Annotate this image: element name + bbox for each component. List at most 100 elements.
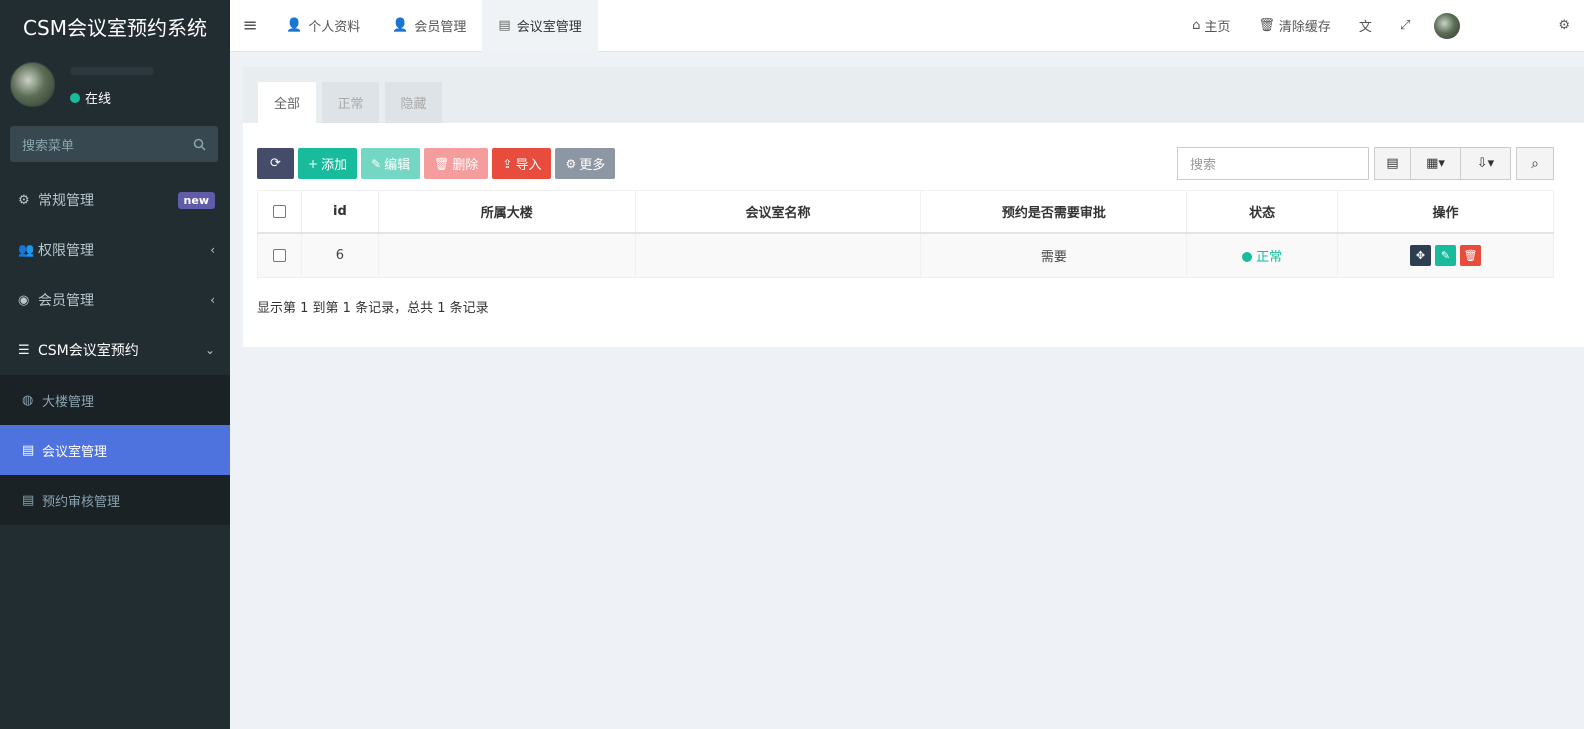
table-header-row: id 所属大楼 会议室名称 预约是否需要审批 状态 操作 bbox=[257, 190, 1554, 234]
tab-profile[interactable]: 👤 个人资料 bbox=[270, 0, 376, 52]
home-icon: ⌂ bbox=[1192, 18, 1201, 33]
tab-meeting-rooms[interactable]: ▤ 会议室管理 bbox=[482, 0, 598, 52]
tab-normal[interactable]: 正常 bbox=[322, 82, 379, 123]
sidebar-item-label: 会议室管理 bbox=[42, 444, 108, 460]
sidebar-submenu: ◍ 大楼管理 ▤ 会议室管理 ▤ 预约审核管理 bbox=[0, 375, 230, 525]
pagination-info: 显示第 1 到第 1 条记录，总共 1 条记录 bbox=[257, 301, 489, 316]
drag-sort-icon[interactable]: ✥ bbox=[1410, 244, 1432, 266]
sidebar-item-label: CSM会议室预约 bbox=[38, 343, 139, 359]
sidebar-item-general[interactable]: ⚙ 常规管理 new bbox=[0, 175, 230, 225]
list-icon: ☰ bbox=[18, 342, 30, 358]
search-icon bbox=[193, 138, 206, 151]
import-label: 导入 bbox=[515, 158, 542, 173]
clear-cache-link[interactable]: 🗑 清除缓存 bbox=[1244, 0, 1345, 52]
user-status: 在线 bbox=[70, 88, 111, 107]
select-all-checkbox[interactable] bbox=[272, 204, 286, 218]
cell-approval: 需要 bbox=[920, 232, 1188, 278]
user-circle-icon: ◉ bbox=[18, 292, 30, 308]
import-button[interactable]: ⇪ 导入 bbox=[492, 148, 552, 179]
user-panel bbox=[0, 52, 230, 118]
file-icon: ▤ bbox=[22, 442, 35, 458]
new-badge: new bbox=[177, 191, 215, 209]
sidebar-item-label: 大楼管理 bbox=[42, 394, 95, 410]
sidebar-item-buildings[interactable]: ◍ 大楼管理 bbox=[0, 375, 230, 425]
add-button[interactable]: + 添加 bbox=[298, 148, 358, 179]
sidebar-item-permissions[interactable]: 👥 权限管理 ‹ bbox=[0, 225, 230, 275]
file-icon: ▤ bbox=[498, 18, 511, 33]
columns-icon[interactable]: ▦▾ bbox=[1411, 148, 1461, 179]
edit-label: 编辑 bbox=[384, 158, 411, 173]
online-dot-icon bbox=[70, 92, 80, 103]
table-search-placeholder: 搜索 bbox=[1190, 158, 1217, 173]
add-label: 添加 bbox=[321, 158, 348, 173]
column-header[interactable]: 预约是否需要审批 bbox=[920, 190, 1188, 234]
menu-search-input[interactable]: 搜索菜单 bbox=[10, 126, 218, 162]
delete-button[interactable]: 🗑 删除 bbox=[424, 148, 489, 179]
sidebar-item-meeting-rooms[interactable]: ▤ 会议室管理 bbox=[0, 425, 230, 475]
search-icon[interactable]: ⌕ bbox=[1516, 147, 1554, 180]
cell-operations: ✥ ✎ 🗑 bbox=[1337, 232, 1554, 278]
user-name[interactable] bbox=[1474, 20, 1544, 32]
row-checkbox-cell bbox=[257, 232, 302, 278]
table-tools: ▤ ▦▾ ⇩▾ bbox=[1374, 147, 1511, 180]
user-status-label: 在线 bbox=[85, 92, 112, 107]
sidebar-item-csm-booking[interactable]: ☰ CSM会议室预约 ⌄ bbox=[0, 325, 230, 375]
app-title[interactable]: CSM会议室预约系统 bbox=[0, 0, 230, 52]
more-label: 更多 bbox=[579, 158, 606, 173]
menu-toggle-icon[interactable]: ≡ bbox=[230, 0, 270, 52]
tab-label: 会议室管理 bbox=[516, 20, 582, 35]
file-icon: ▤ bbox=[22, 492, 35, 508]
tab-all[interactable]: 全部 bbox=[258, 82, 316, 123]
refresh-button[interactable]: ⟳ bbox=[257, 148, 294, 179]
trash-icon: 🗑 bbox=[434, 156, 450, 171]
column-header[interactable]: 状态 bbox=[1186, 190, 1339, 234]
tab-label: 会员管理 bbox=[414, 20, 467, 35]
sidebar-item-booking-review[interactable]: ▤ 预约审核管理 bbox=[0, 475, 230, 525]
cell-room-name bbox=[634, 232, 922, 278]
avatar[interactable] bbox=[1434, 12, 1461, 39]
column-header[interactable]: 会议室名称 bbox=[634, 190, 922, 234]
user-icon: 👤 bbox=[286, 18, 303, 33]
sidebar-item-label: 权限管理 bbox=[38, 243, 94, 259]
menu-search-placeholder: 搜索菜单 bbox=[22, 138, 75, 154]
export-icon[interactable]: ⇩▾ bbox=[1461, 148, 1510, 179]
navbar-right: ⌂ 主页 🗑 清除缓存 文 ⤢ ⚙ bbox=[1178, 0, 1584, 52]
column-header[interactable]: 所属大楼 bbox=[377, 190, 636, 234]
sidebar-menu: ⚙ 常规管理 new 👥 权限管理 ‹ ◉ 会员管理 ‹ ☰ CSM会议室预约 … bbox=[0, 175, 230, 525]
row-edit-icon[interactable]: ✎ bbox=[1435, 244, 1457, 266]
row-checkbox[interactable] bbox=[272, 248, 286, 262]
card-view-icon[interactable]: ▤ bbox=[1375, 148, 1411, 179]
settings-icon[interactable]: ⚙ bbox=[1544, 0, 1584, 52]
tab-hidden[interactable]: 隐藏 bbox=[385, 82, 442, 123]
status-label: 正常 bbox=[1256, 249, 1283, 265]
chevron-down-icon: ⌄ bbox=[204, 343, 215, 357]
sidebar-item-label: 预约审核管理 bbox=[42, 494, 121, 510]
column-header: 操作 bbox=[1337, 190, 1554, 234]
sidebar: CSM会议室预约系统 在线 搜索菜单 ⚙ 常规管理 new 👥 权限管理 ‹ ◉… bbox=[0, 0, 230, 729]
avatar bbox=[10, 62, 55, 107]
edit-button[interactable]: ✎ 编辑 bbox=[361, 148, 421, 179]
fullscreen-icon[interactable]: ⤢ bbox=[1386, 0, 1424, 52]
panel-tabs: 全部 正常 隐藏 bbox=[243, 67, 1584, 123]
pencil-icon: ✎ bbox=[371, 156, 382, 171]
building-icon: ◍ bbox=[22, 392, 34, 408]
chevron-left-icon: ‹ bbox=[210, 243, 215, 257]
language-icon[interactable]: 文 bbox=[1345, 0, 1386, 52]
table-row[interactable]: 6 需要 正常 ✥ ✎ 🗑 bbox=[257, 232, 1554, 278]
home-link[interactable]: ⌂ 主页 bbox=[1178, 0, 1244, 52]
select-all-checkbox-cell bbox=[257, 190, 302, 234]
tab-members[interactable]: 👤 会员管理 bbox=[376, 0, 482, 52]
column-header[interactable]: id bbox=[300, 190, 379, 234]
status-dot-icon bbox=[1242, 251, 1253, 262]
refresh-icon: ⟳ bbox=[270, 156, 281, 171]
row-delete-icon[interactable]: 🗑 bbox=[1460, 244, 1482, 266]
tab-label: 个人资料 bbox=[308, 20, 361, 35]
cell-building bbox=[377, 232, 636, 278]
table-search-input[interactable]: 搜索 bbox=[1177, 147, 1369, 180]
group-icon: 👥 bbox=[18, 242, 35, 258]
sidebar-item-members[interactable]: ◉ 会员管理 ‹ bbox=[0, 275, 230, 325]
home-label: 主页 bbox=[1204, 20, 1231, 35]
content-panel: 全部 正常 隐藏 ⟳ + 添加 ✎ 编辑 🗑 删除 ⇪ 导入 ⚙ 更多 搜索 ▤… bbox=[243, 67, 1584, 347]
sidebar-item-label: 会员管理 bbox=[38, 293, 94, 309]
more-button[interactable]: ⚙ 更多 bbox=[555, 148, 616, 179]
